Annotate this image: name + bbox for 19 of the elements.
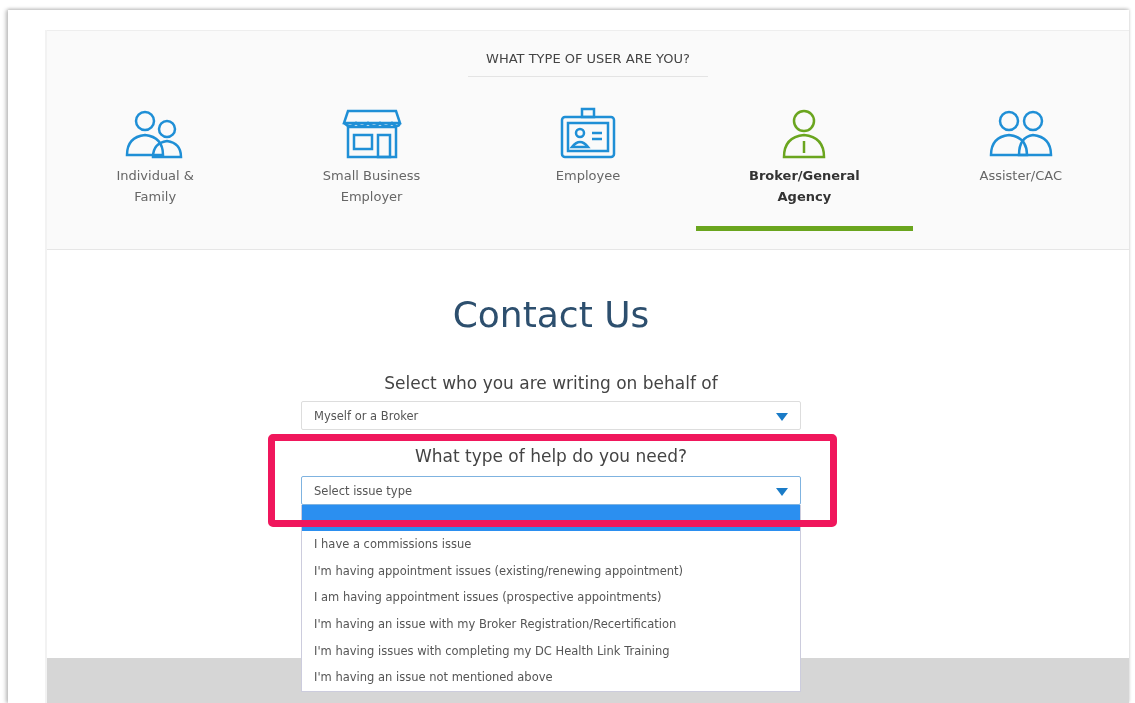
caret-icon xyxy=(776,488,788,496)
field-label: Select who you are writing on behalf of xyxy=(383,373,719,393)
field-label: What type of help do you need? xyxy=(413,446,689,466)
dropdown-option[interactable]: I'm having an issue not mentioned above xyxy=(302,664,800,692)
dropdown-option[interactable]: I'm having issues with completing my DC Health Link Training xyxy=(302,637,800,665)
user-type-tab[interactable]: Small Business Employer xyxy=(263,107,480,231)
page-title: Contact Us xyxy=(451,294,651,335)
user-type-tab[interactable]: Individual & Family xyxy=(47,107,264,231)
user-type-tab[interactable]: Broker/General Agency xyxy=(696,107,913,231)
user-type-tab[interactable]: Employee xyxy=(479,107,697,231)
caret-icon xyxy=(776,413,788,421)
user-type-tab[interactable]: Assister/CAC xyxy=(912,107,1129,231)
section-heading: WHAT TYPE OF USER ARE YOU? xyxy=(468,31,708,77)
issue-type-dropdown[interactable]: Select issue type xyxy=(301,476,801,505)
dropdown-option[interactable]: I'm having an issue with my Broker Registration/Recertification xyxy=(302,611,800,638)
dropdown-option[interactable]: I am having appointment issues (prospective appointments) xyxy=(302,584,800,612)
dropdown-option[interactable]: I have a commissions issue xyxy=(302,531,800,558)
behalf-dropdown[interactable]: Myself or a Broker xyxy=(301,401,801,430)
dropdown-option[interactable]: I'm having appointment issues (existing/renewing appointment) xyxy=(302,557,800,585)
